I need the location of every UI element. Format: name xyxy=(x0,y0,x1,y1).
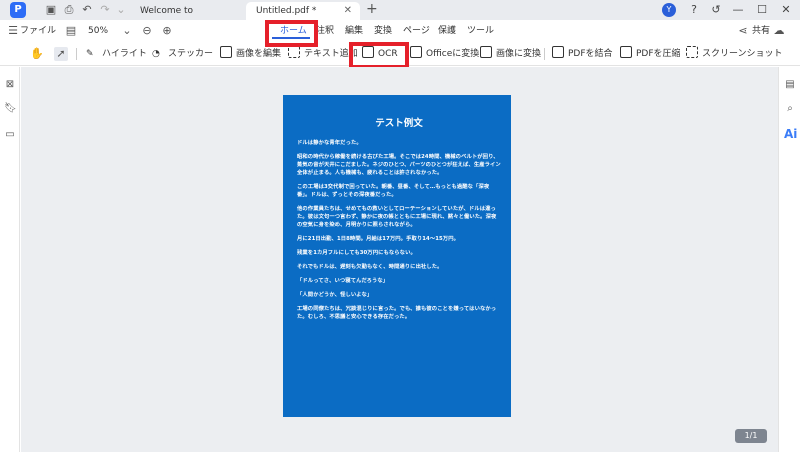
divider xyxy=(544,48,545,60)
highlight-tool[interactable]: ✎ ハイライト xyxy=(86,46,147,62)
file-menu[interactable]: ファイル xyxy=(20,24,56,38)
hand-tool-icon[interactable]: ✋ xyxy=(30,47,44,61)
maximize-icon[interactable]: ☐ xyxy=(754,2,770,18)
screenshot-icon xyxy=(686,46,698,58)
tool-label: PDFを圧縮 xyxy=(636,49,681,59)
office-icon xyxy=(410,46,422,58)
tab-annotate[interactable]: 注釈 xyxy=(316,24,334,38)
compress-pdf-tool[interactable]: PDFを圧縮 xyxy=(620,46,681,62)
chevron-down-icon[interactable]: ⌄ xyxy=(114,3,128,17)
help-icon[interactable]: ? xyxy=(686,2,702,18)
paragraph: 他の作業員たちは、せめてもの救いとしてローテーションしていたが、ドルは違った。彼… xyxy=(297,206,497,228)
share-icon[interactable]: ⋖ xyxy=(736,24,750,38)
menu-bar: ☰ ファイル ▤ 50% ⌄ ⊖ ⊕ ホーム 注釈 編集 変換 ページ 保護 ツ… xyxy=(0,20,800,42)
title-bar: P ▣ ⎙ ↶ ↷ ⌄ Welcome to PDNob.pdf Untitle… xyxy=(0,0,800,34)
paragraph: それでもドルは、遅刻も欠勤もなく、時間通りに出社した。 xyxy=(297,264,443,270)
text-box-icon xyxy=(288,46,300,58)
add-text-tool[interactable]: テキスト追加 xyxy=(288,46,358,62)
tool-label: 画像に変換 xyxy=(496,49,542,59)
tab-protect[interactable]: 保護 xyxy=(438,24,456,38)
tab-convert[interactable]: 変換 xyxy=(374,24,392,38)
add-tab-icon[interactable]: + xyxy=(366,1,378,17)
close-tab-icon[interactable]: ✕ xyxy=(344,2,352,20)
zoom-out-icon[interactable]: ⊖ xyxy=(140,24,154,38)
paragraph: 昭和の時代から稼働を続ける古びた工場。そこでは24時間、機械のベルトが回り、蒸気… xyxy=(297,154,501,176)
minimize-icon[interactable]: — xyxy=(730,2,746,18)
tab-edit[interactable]: 編集 xyxy=(345,24,363,38)
cloud-upload-icon[interactable]: ☁ xyxy=(772,24,786,38)
share-button[interactable]: 共有 xyxy=(752,24,770,38)
tool-label: ハイライト xyxy=(102,49,147,59)
pdf-page[interactable]: テスト例文 ドルは静かな青年だった。 昭和の時代から稼働を続ける古びた工場。そこ… xyxy=(283,95,511,417)
paragraph: この工場は3交代制で回っていた。朝番、昼番、そして…もっとも過酷な「深夜番」。ド… xyxy=(297,184,490,198)
redo-icon[interactable]: ↷ xyxy=(98,3,112,17)
paragraph: 工場の同僚たちは、冗談混じりに言った。でも、誰も彼のことを嫌ってはいなかった。む… xyxy=(297,306,497,320)
comment-icon[interactable]: ▭ xyxy=(4,129,16,141)
paragraph: 残業を1カ月フルにしても30万円にもならない。 xyxy=(297,250,416,256)
thumbnail-icon[interactable]: ⊠ xyxy=(4,79,16,91)
convert-image-icon xyxy=(480,46,492,58)
convert-image-tool[interactable]: 画像に変換 xyxy=(480,46,541,62)
edit-image-tool[interactable]: 画像を編集 xyxy=(220,46,281,62)
image-icon xyxy=(220,46,232,58)
convert-office-tool[interactable]: Officeに変換 xyxy=(410,46,479,62)
tool-label: スクリーンショット xyxy=(702,49,783,59)
sticker-tool[interactable]: ◔ ステッカー xyxy=(152,46,213,62)
paragraph: 「ドルってさ、いつ寝てんだろうな」 xyxy=(297,278,389,284)
tool-label: ステッカー xyxy=(168,49,214,59)
restore-icon[interactable]: ↺ xyxy=(708,2,724,18)
home-tab-highlight xyxy=(265,20,318,47)
paragraph: 月に21日出勤、1日8時間。月給は17万円。手取り14〜15万円。 xyxy=(297,236,459,242)
compress-icon xyxy=(620,46,632,58)
document-canvas[interactable]: テスト例文 ドルは静かな青年だった。 昭和の時代から稼働を続ける古びた工場。そこ… xyxy=(21,67,778,452)
tool-label: PDFを結合 xyxy=(568,49,613,59)
ai-assistant-icon[interactable]: Ai xyxy=(784,127,797,141)
paragraph: ドルは静かな青年だった。 xyxy=(297,140,362,146)
menu-icon[interactable]: ☰ xyxy=(6,24,20,38)
left-sidebar: ⊠ 🔖︎ ▭ xyxy=(0,67,20,452)
bookmark-icon[interactable]: 🔖︎ xyxy=(4,103,17,115)
properties-icon[interactable]: ▤ xyxy=(784,79,796,91)
save-icon[interactable]: ▣ xyxy=(44,3,58,17)
screenshot-tool[interactable]: スクリーンショット xyxy=(686,46,783,62)
chevron-down-icon[interactable]: ⌄ xyxy=(120,24,134,38)
page-indicator: 1/1 xyxy=(735,429,767,443)
app-logo: P xyxy=(10,2,26,18)
avatar[interactable]: Y xyxy=(662,3,676,17)
tab-tools[interactable]: ツール xyxy=(467,24,494,38)
highlighter-icon: ✎ xyxy=(86,49,94,59)
page-icon[interactable]: ▤ xyxy=(64,24,78,38)
tab-welcome[interactable]: Welcome to PDNob.pdf xyxy=(130,2,242,34)
paragraph: 「人間かどうか、怪しいよな」 xyxy=(297,292,373,298)
tab-untitled[interactable]: Untitled.pdf * ✕ xyxy=(246,2,360,20)
right-sidebar: ▤ ⌕ Ai xyxy=(778,67,800,452)
document-title: テスト例文 xyxy=(375,118,423,129)
tab-page[interactable]: ページ xyxy=(403,24,430,38)
search-icon[interactable]: ⌕ xyxy=(784,103,796,115)
tool-label: 画像を編集 xyxy=(236,49,282,59)
close-icon[interactable]: ✕ xyxy=(778,2,794,18)
print-icon[interactable]: ⎙ xyxy=(62,3,76,17)
tab-label: Untitled.pdf * xyxy=(256,6,317,16)
select-tool-icon[interactable]: ➚ xyxy=(54,47,68,61)
merge-pdf-tool[interactable]: PDFを結合 xyxy=(552,46,613,62)
zoom-in-icon[interactable]: ⊕ xyxy=(160,24,174,38)
undo-icon[interactable]: ↶ xyxy=(80,3,94,17)
ocr-highlight xyxy=(349,42,409,69)
divider xyxy=(76,48,77,60)
merge-icon xyxy=(552,46,564,58)
zoom-select[interactable]: 50% xyxy=(88,24,108,38)
sticker-icon: ◔ xyxy=(152,49,160,59)
tool-label: Officeに変換 xyxy=(426,49,480,59)
